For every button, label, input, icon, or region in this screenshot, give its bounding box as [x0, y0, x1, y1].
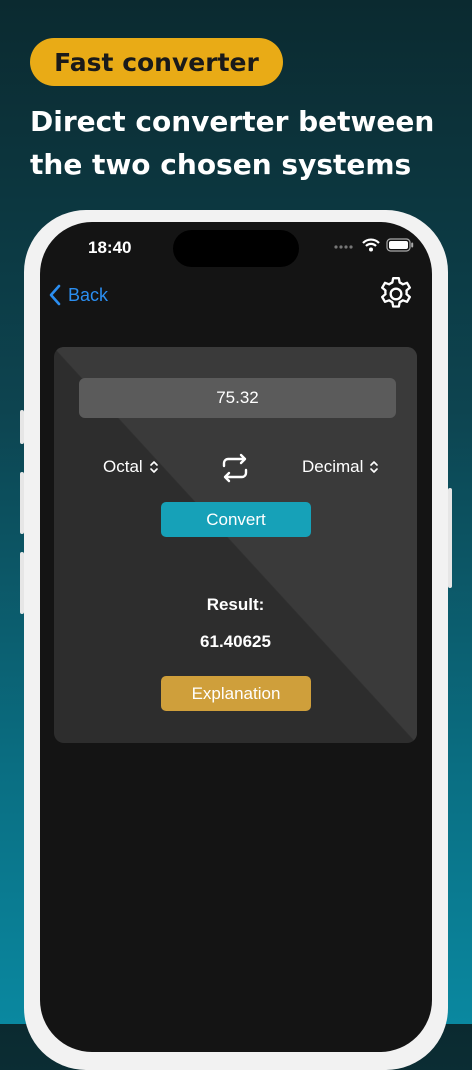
from-system-select[interactable]: Octal: [103, 457, 159, 477]
wifi-icon: [362, 238, 380, 252]
chevron-updown-icon: [370, 461, 379, 473]
back-label: Back: [68, 284, 109, 305]
status-icons: [334, 238, 414, 252]
converter-card: Octal Decimal Convert Result: 61.40625 E…: [54, 347, 417, 743]
phone-screen: 18:40 Back Octal: [40, 222, 432, 1052]
promo-headline: Direct converter between the two chosen …: [30, 105, 435, 181]
result-value: 61.40625: [200, 632, 271, 651]
promo-badge: Fast converter: [30, 38, 283, 86]
convert-button[interactable]: Convert: [161, 502, 311, 537]
to-system-label: Decimal: [302, 457, 364, 476]
cellular-icon: [334, 245, 353, 249]
dynamic-island: [173, 230, 299, 267]
gear-icon[interactable]: [376, 274, 416, 314]
result-label: Result:: [206, 595, 265, 614]
explanation-button[interactable]: Explanation: [161, 676, 311, 711]
swap-icon[interactable]: [218, 451, 252, 485]
chevron-left-icon: [49, 284, 61, 306]
phone-side-button: [448, 488, 452, 588]
from-system-label: Octal: [103, 457, 143, 476]
battery-icon: [386, 238, 414, 252]
status-time: 18:40: [88, 238, 132, 257]
to-system-select[interactable]: Decimal: [302, 457, 379, 477]
chevron-updown-icon: [149, 461, 158, 473]
number-input[interactable]: [79, 378, 396, 418]
back-button[interactable]: Back: [48, 284, 108, 306]
